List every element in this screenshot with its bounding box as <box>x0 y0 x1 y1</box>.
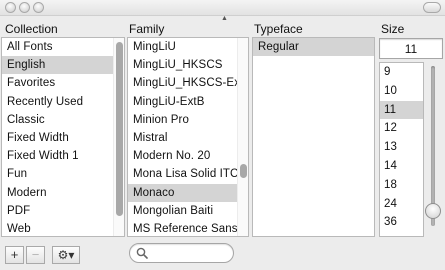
collection-scroll-thumb[interactable] <box>116 42 123 216</box>
action-menu-button[interactable]: ⚙▾ <box>52 246 80 264</box>
family-item[interactable]: Modern No. 20 <box>128 147 248 165</box>
size-option[interactable]: 9 <box>380 63 423 82</box>
family-header: Family <box>129 22 165 36</box>
family-item[interactable]: Mistral <box>128 129 248 147</box>
size-option[interactable]: 11 <box>380 100 423 120</box>
family-scroll-thumb[interactable] <box>240 164 247 178</box>
size-header: Size <box>381 22 405 36</box>
toolbar-toggle-button[interactable] <box>423 2 441 13</box>
size-slider[interactable] <box>431 66 435 226</box>
size-option[interactable]: 13 <box>380 138 423 157</box>
collection-item[interactable]: All Fonts <box>2 38 124 56</box>
search-icon <box>136 247 148 259</box>
size-slider-knob[interactable] <box>425 203 441 220</box>
family-item[interactable]: Monaco <box>128 183 248 202</box>
family-item[interactable]: MingLiU-ExtB <box>128 93 248 111</box>
size-option[interactable]: 36 <box>380 213 423 232</box>
search-input[interactable] <box>150 246 230 260</box>
family-scrollbar[interactable] <box>237 38 248 236</box>
family-item[interactable]: Minion Pro <box>128 111 248 129</box>
collection-item[interactable]: PDF <box>2 202 124 220</box>
collection-item[interactable]: Fixed Width 1 <box>2 147 124 165</box>
family-item[interactable]: Mongolian Baiti <box>128 202 248 220</box>
size-option[interactable]: 18 <box>380 176 423 195</box>
collection-item[interactable]: Favorites <box>2 74 124 92</box>
collection-header: Collection <box>5 22 58 36</box>
zoom-window-button[interactable] <box>33 2 44 13</box>
title-bar <box>0 0 445 16</box>
collection-list[interactable]: All Fonts English Favorites Recently Used Cl… <box>1 37 125 237</box>
collection-item[interactable]: English <box>2 56 124 75</box>
size-option[interactable]: 10 <box>380 82 423 101</box>
family-item[interactable]: MingLiU <box>128 38 248 56</box>
size-field[interactable] <box>379 38 443 59</box>
size-list[interactable]: 9 10 11 12 13 14 18 24 36 <box>379 62 424 237</box>
minimize-window-button[interactable] <box>19 2 30 13</box>
close-window-button[interactable] <box>5 2 16 13</box>
collection-item[interactable]: Fun <box>2 165 124 183</box>
family-item[interactable]: MS Reference Sans Serif <box>128 220 248 236</box>
remove-collection-button[interactable]: − <box>26 246 45 264</box>
collection-item[interactable]: Modern <box>2 184 124 202</box>
typeface-header: Typeface <box>254 22 303 36</box>
typeface-list[interactable]: Regular <box>252 37 375 237</box>
collection-item[interactable]: Fixed Width <box>2 129 124 147</box>
panel-split-grip-icon[interactable]: ▲ <box>221 15 228 22</box>
add-collection-button[interactable]: + <box>5 246 24 264</box>
collection-item[interactable]: Web <box>2 220 124 236</box>
family-item[interactable]: MingLiU_HKSCS <box>128 56 248 74</box>
typeface-item[interactable]: Regular <box>253 38 374 57</box>
search-field[interactable] <box>129 243 234 263</box>
size-option[interactable]: 14 <box>380 157 423 176</box>
collection-scrollbar[interactable] <box>113 38 124 236</box>
family-item[interactable]: MingLiU_HKSCS-ExtB <box>128 74 248 92</box>
collection-item[interactable]: Recently Used <box>2 93 124 111</box>
size-option[interactable]: 24 <box>380 195 423 214</box>
collection-item[interactable]: Classic <box>2 111 124 129</box>
family-list[interactable]: MingLiU MingLiU_HKSCS MingLiU_HKSCS-ExtB Mi… <box>127 37 249 237</box>
font-panel-window: ▲ Collection Family Typeface Size All Fo… <box>0 0 445 270</box>
family-item[interactable]: Mona Lisa Solid ITC TT <box>128 165 248 183</box>
size-option[interactable]: 12 <box>380 119 423 138</box>
